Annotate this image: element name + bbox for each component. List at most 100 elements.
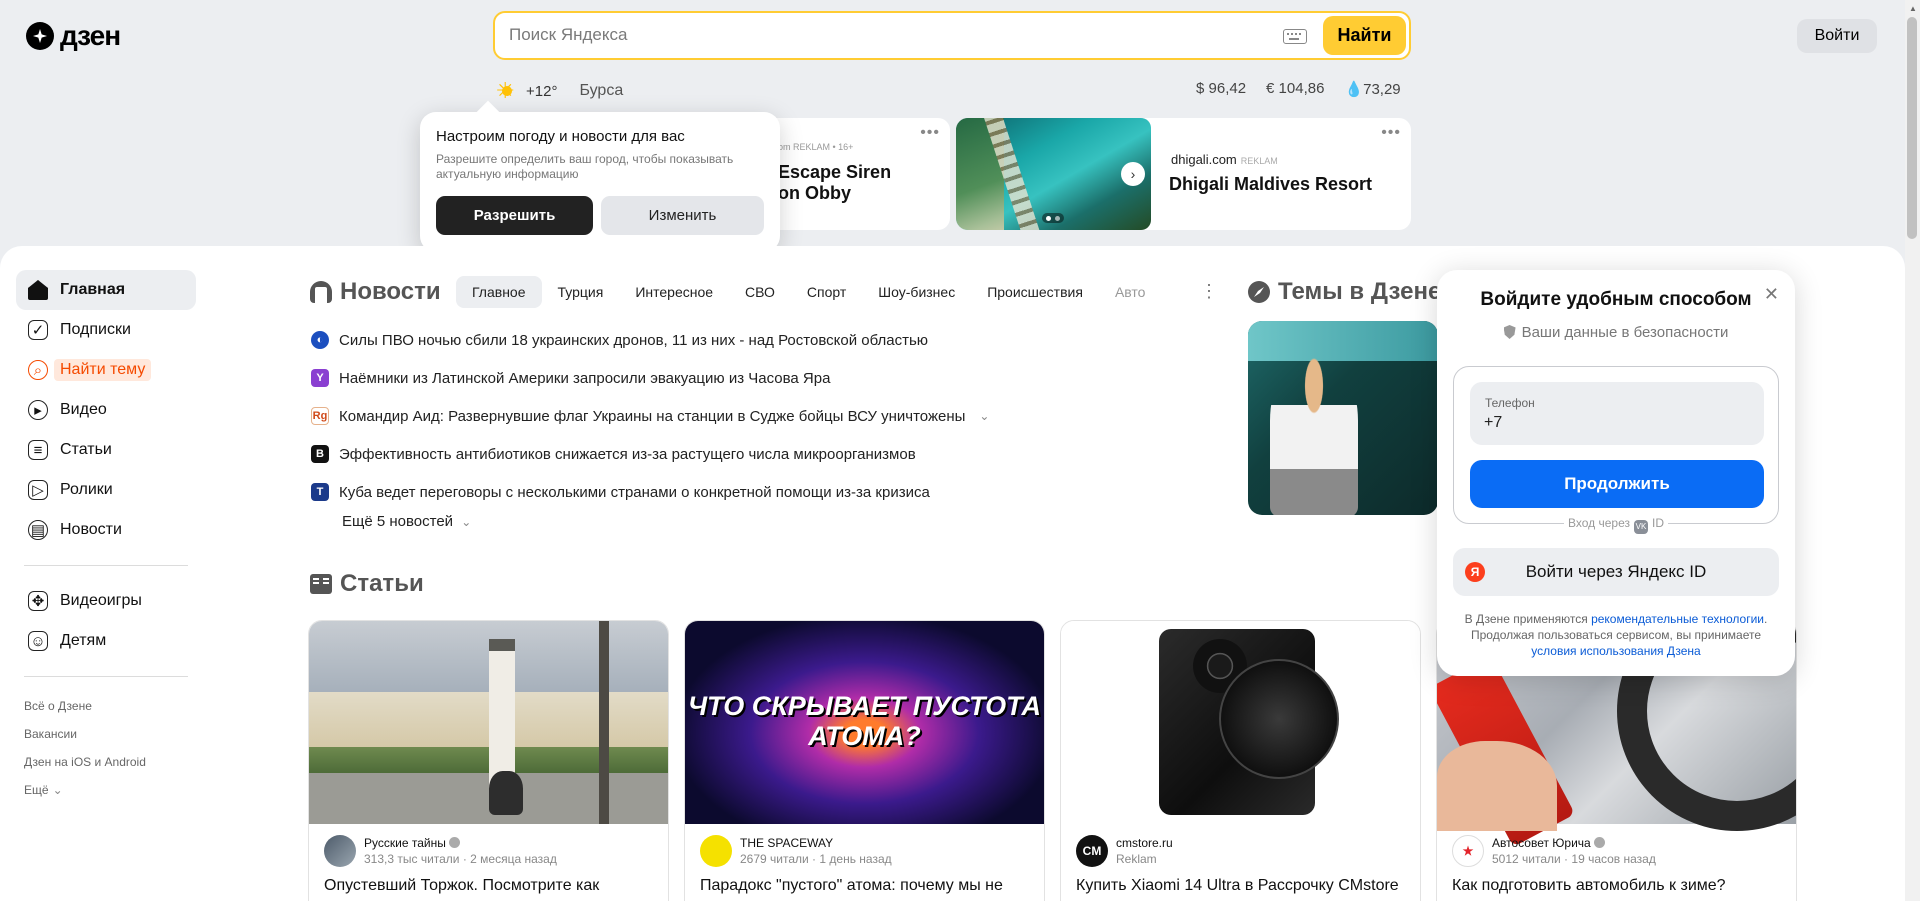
search-button[interactable]: Найти (1323, 16, 1406, 55)
ad-title: Dhigali Maldives Resort (1169, 174, 1373, 194)
ad-source: dhigali.com REKLAM (1171, 152, 1278, 167)
vk-id-login[interactable]: Вход через VK ID (1437, 516, 1795, 534)
more-options-icon[interactable]: ••• (920, 124, 940, 142)
terms-of-use-link[interactable]: условия использования Дзена (1531, 644, 1700, 658)
sidebar-item-label: Найти тему (54, 359, 152, 381)
articles-header[interactable]: Статьи (310, 570, 424, 598)
sidebar-item-kids[interactable]: ☺ Детям (16, 621, 196, 661)
more-options-icon[interactable]: ••• (1381, 124, 1401, 142)
article-title: Купить Xiaomi 14 Ultra в Рассрочку CMsto… (1076, 877, 1399, 894)
yandex-button-label: Войти через Яндекс ID (1525, 562, 1707, 581)
allow-button[interactable]: Разрешить (436, 196, 593, 235)
tab-auto[interactable]: Авто (1099, 276, 1162, 308)
author-name[interactable]: Русские тайны (364, 836, 557, 850)
scrollbar-thumb[interactable] (1907, 17, 1917, 239)
gamepad-icon: ✥ (28, 591, 48, 611)
phone-input[interactable] (1484, 414, 1744, 432)
scroll-up-arrow-icon[interactable]: ▲ (1909, 4, 1917, 13)
more-news-button[interactable]: Ещё 5 новостей ⌄ (342, 513, 471, 530)
ad-title-line-1: Escape Siren (778, 162, 892, 182)
recommendation-tech-link[interactable]: рекомендательные технологии (1591, 612, 1764, 626)
sidebar: Главная ✓ Подписки ⌕ Найти тему ▸ Видео … (16, 270, 196, 804)
article-card[interactable]: CM cmstore.ru Reklam Купить Xiaomi 14 Ul… (1060, 620, 1421, 901)
rate-usd: $ 96,42 (1196, 80, 1247, 97)
tab-main[interactable]: Главное (456, 276, 542, 308)
chevron-down-icon[interactable]: ⌄ (979, 409, 989, 423)
avatar[interactable]: ★ (1452, 835, 1484, 867)
yandex-id-button[interactable]: Я Войти через Яндекс ID (1453, 548, 1779, 596)
news-item[interactable]: B Эффективность антибиотиков снижается и… (311, 435, 989, 473)
articles-icon: ≡ (28, 440, 48, 460)
topics-header[interactable]: Темы в Дзене (1248, 278, 1441, 306)
author-name[interactable]: cmstore.ru (1116, 836, 1173, 850)
link-more[interactable]: Ещё ⌄ (16, 776, 196, 804)
link-about-dzen[interactable]: Всё о Дзене (16, 692, 196, 720)
rate-eur: € 104,86 (1266, 80, 1325, 97)
sidebar-divider (24, 565, 188, 566)
sidebar-item-news[interactable]: ▤ Новости (16, 510, 196, 550)
author-name[interactable]: Автосовет Юрича (1492, 836, 1656, 850)
topic-card[interactable] (1248, 321, 1438, 515)
terms-note: В Дзене применяются рекомендательные тех… (1449, 611, 1783, 659)
ad-card-2[interactable]: › dhigali.com REKLAM Dhigali Maldives Res… (956, 118, 1411, 230)
sidebar-item-clips[interactable]: ▷ Ролики (16, 470, 196, 510)
sidebar-item-find-topic[interactable]: ⌕ Найти тему (16, 350, 196, 390)
author-name-text: Русские тайны (364, 836, 446, 850)
sidebar-item-label: Главная (60, 281, 126, 298)
news-item[interactable]: Rg Командир Аид: Развернувшие флаг Украи… (311, 397, 989, 435)
tab-interesting[interactable]: Интересное (619, 276, 729, 308)
article-stats: Reklam (1116, 852, 1157, 866)
tab-svo[interactable]: СВО (729, 276, 791, 308)
news-tabs: Главное Турция Интересное СВО Спорт Шоу-… (456, 276, 1161, 308)
article-card[interactable]: Русские тайны 313,3 тыс читали · 2 месяц… (308, 620, 669, 901)
article-title: Как подготовить автомобиль к зиме? (1452, 877, 1726, 894)
author-name-text: Автосовет Юрича (1492, 836, 1591, 850)
news-header[interactable]: Новости (310, 278, 441, 306)
news-item[interactable]: T Куба ведет переговоры с несколькими ст… (311, 473, 989, 511)
article-title: Опустевший Торжок. Посмотрите как (324, 877, 600, 894)
chevron-down-icon: ⌄ (52, 783, 63, 797)
ad-tag: REKLAM (1240, 156, 1278, 166)
article-card[interactable]: ЧТО СКРЫВАЕТ ПУСТОТА АТОМА? THE SPACEWAY… (684, 620, 1045, 901)
currency-rates[interactable]: $ 96,42 € 104,86 💧73,29 (1196, 80, 1401, 98)
tab-sport[interactable]: Спорт (791, 276, 862, 308)
news-item[interactable]: Y Наёмники из Латинской Америки запросил… (311, 359, 989, 397)
search-input[interactable] (509, 25, 1269, 45)
logo-text: дзен (60, 20, 121, 51)
article-meta: ★ Автосовет Юрича 5012 читали · 19 часов… (1452, 835, 1656, 867)
avatar[interactable]: CM (1076, 835, 1108, 867)
continue-button[interactable]: Продолжить (1470, 460, 1764, 508)
tab-showbiz[interactable]: Шоу-бизнес (862, 276, 971, 308)
link-mobile-apps[interactable]: Дзен на iOS и Android (16, 748, 196, 776)
change-button[interactable]: Изменить (601, 196, 764, 235)
avatar[interactable] (700, 835, 732, 867)
sidebar-item-articles[interactable]: ≡ Статьи (16, 430, 196, 470)
phone-field[interactable]: Телефон (1470, 382, 1764, 445)
tab-incidents[interactable]: Происшествия (971, 276, 1099, 308)
author-name[interactable]: THE SPACEWAY (740, 836, 892, 850)
find-topic-icon: ⌕ (28, 360, 48, 380)
article-stats: 5012 читали · 19 часов назад (1492, 852, 1656, 866)
dzen-logo-icon (26, 22, 54, 50)
dzen-logo[interactable]: дзен (26, 20, 121, 52)
weather-widget[interactable]: +12° Бурса (496, 77, 623, 105)
login-button[interactable]: Войти (1797, 19, 1877, 53)
sidebar-item-video[interactable]: ▸ Видео (16, 390, 196, 430)
news-item-text: Эффективность антибиотиков снижается из-… (339, 445, 916, 463)
tab-turkey[interactable]: Турция (542, 276, 620, 308)
phone-label: Телефон (1485, 396, 1535, 410)
sidebar-item-videogames[interactable]: ✥ Видеоигры (16, 581, 196, 621)
next-arrow-icon[interactable]: › (1121, 162, 1145, 186)
keyboard-icon[interactable] (1283, 29, 1307, 44)
sidebar-item-home[interactable]: Главная (16, 270, 196, 310)
weather-city[interactable]: Бурса (579, 82, 623, 100)
terms-text: В Дзене применяются (1464, 612, 1592, 626)
safety-note: Ваши данные в безопасности (1437, 324, 1795, 341)
ad-card-1[interactable]: om REKLAM • 16+ Escape Siren on Obby ••• (770, 118, 950, 230)
link-vacancies[interactable]: Вакансии (16, 720, 196, 748)
news-item[interactable]: ◐ Силы ПВО ночью сбили 18 украинских дро… (311, 321, 989, 359)
avatar[interactable] (324, 835, 356, 867)
kebab-menu-icon[interactable]: ⋮ (1200, 281, 1218, 302)
sidebar-item-label: Подписки (60, 321, 131, 338)
sidebar-item-subscriptions[interactable]: ✓ Подписки (16, 310, 196, 350)
